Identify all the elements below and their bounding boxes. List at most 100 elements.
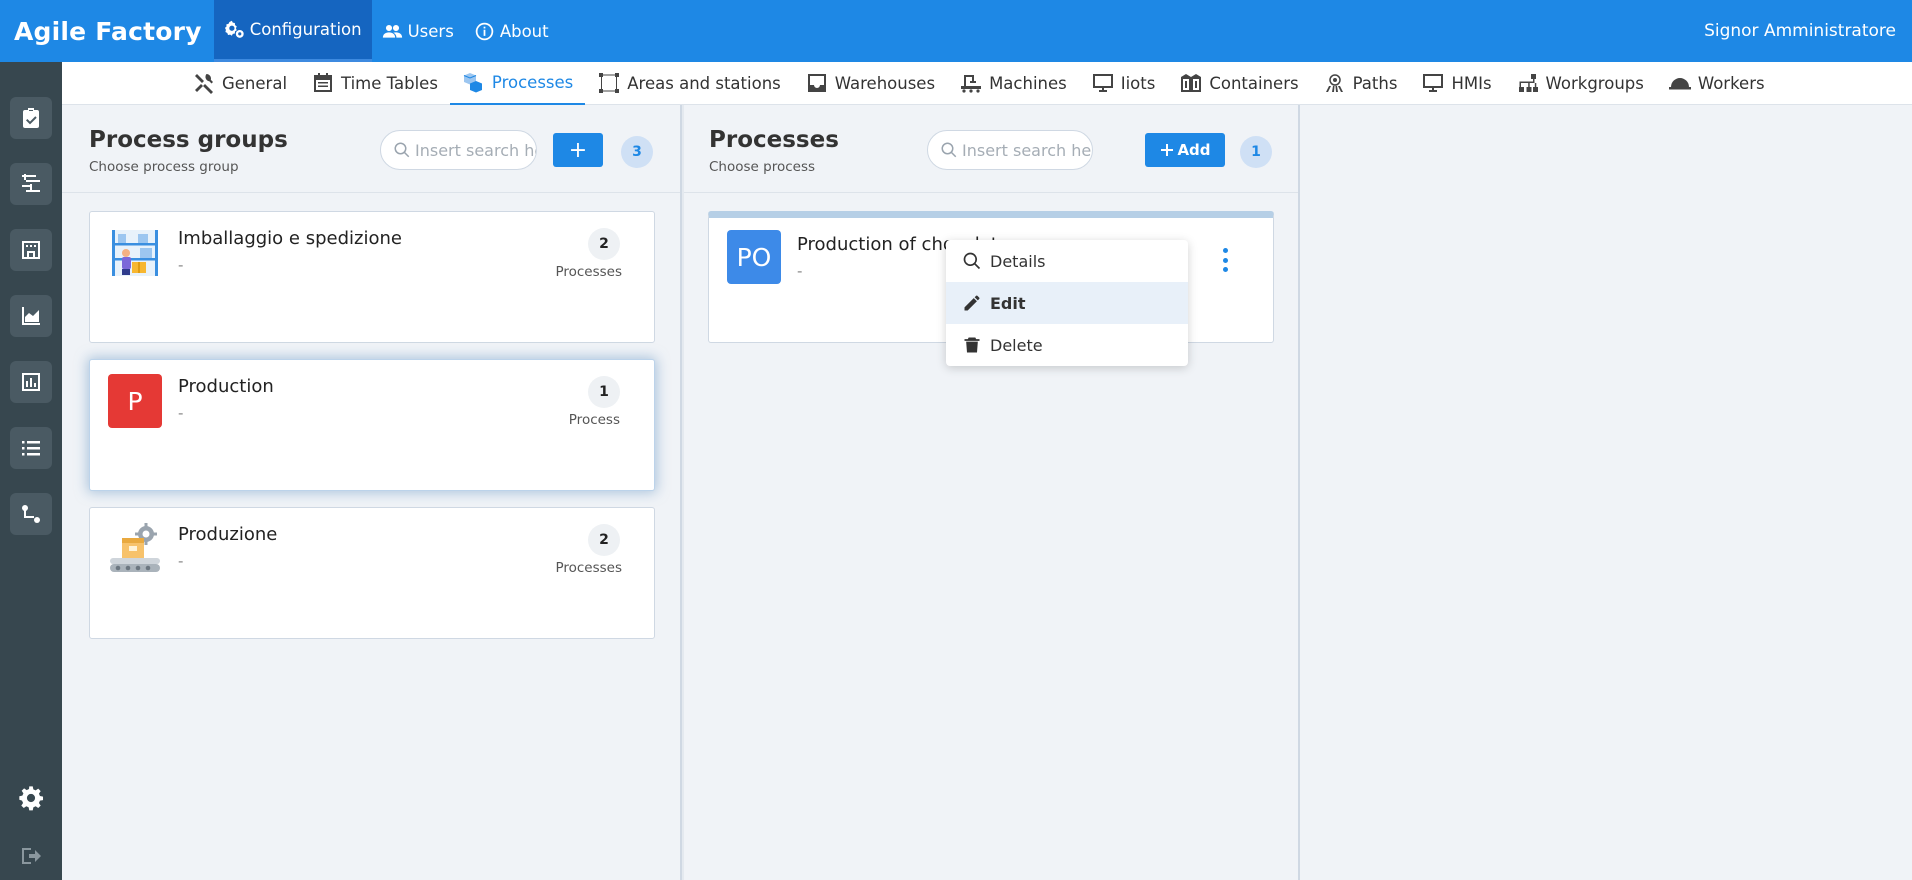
menu-item-edit[interactable]: Edit <box>946 282 1188 324</box>
sidebar-reports[interactable] <box>10 361 52 403</box>
subnav-iiots[interactable]: Iiots <box>1079 62 1168 105</box>
process-group-title: Produzione <box>178 524 278 545</box>
processes-search[interactable] <box>927 130 1093 170</box>
subnav-processes[interactable]: Processes <box>449 62 586 105</box>
add-process-label: Add <box>1177 141 1211 159</box>
user-name[interactable]: Signor Amministratore <box>1704 21 1912 41</box>
processes-header: Processes Choose process Add 1 <box>684 105 1298 193</box>
process-context-menu: Details Edit Delete <box>946 240 1188 366</box>
monitor-icon <box>1423 74 1444 92</box>
sidebar-logout[interactable] <box>13 838 49 874</box>
subnav-areas-and-stations-label: Areas and stations <box>627 73 781 93</box>
top-bar: Agile Factory Configuration Users About … <box>0 0 1912 62</box>
sidebar-list[interactable] <box>10 427 52 469</box>
top-nav: Configuration Users About <box>213 0 559 62</box>
monitor-icon <box>1092 74 1113 92</box>
topnav-about[interactable]: About <box>464 0 559 62</box>
subnav-time-tables[interactable]: Time Tables <box>299 62 450 105</box>
paths-icon <box>1325 74 1343 92</box>
list-icon <box>22 441 40 456</box>
subnav-workgroups[interactable]: Workgroups <box>1504 62 1656 105</box>
sidebar-warehouse[interactable] <box>10 229 52 271</box>
tools-icon <box>195 74 213 94</box>
process-group-desc: - <box>178 552 184 570</box>
subnav-containers[interactable]: Containers <box>1167 62 1310 105</box>
menu-item-delete[interactable]: Delete <box>946 324 1188 366</box>
process-group-count-label: Process <box>568 412 620 428</box>
path-icon <box>22 505 40 523</box>
containers-icon <box>1181 74 1202 92</box>
subnav-workers[interactable]: Workers <box>1656 62 1777 105</box>
search-icon <box>941 142 957 158</box>
left-sidebar <box>0 62 62 880</box>
process-group-card[interactable]: Produzione - 2 Processes <box>89 507 655 639</box>
clipboard-check-icon <box>23 108 39 128</box>
subnav-hmis[interactable]: HMIs <box>1409 62 1503 105</box>
process-group-avatar: P <box>108 374 162 428</box>
topnav-about-label: About <box>499 21 549 41</box>
subnav-workers-label: Workers <box>1697 73 1765 93</box>
warehouse-icon <box>22 241 40 259</box>
subnav-areas-and-stations[interactable]: Areas and stations <box>585 62 792 105</box>
topnav-users-label: Users <box>407 21 454 41</box>
topnav-users[interactable]: Users <box>372 0 464 62</box>
add-process-group-button[interactable]: + <box>553 133 603 167</box>
kebab-dot <box>1222 248 1228 253</box>
process-menu-button[interactable] <box>1217 246 1233 274</box>
subnav-processes-label: Processes <box>491 72 574 92</box>
subnav-general-label: General <box>222 73 288 93</box>
subnav-warehouses[interactable]: Warehouses <box>793 62 947 105</box>
process-desc: - <box>797 262 803 280</box>
sidebar-tasks[interactable] <box>10 97 52 139</box>
area-chart-icon <box>22 307 40 325</box>
processes-search-input[interactable] <box>962 140 1092 160</box>
sidebar-settings[interactable] <box>13 780 49 816</box>
process-group-card[interactable]: P Production - 1 Process <box>89 359 655 491</box>
add-process-button[interactable]: Add <box>1145 133 1225 167</box>
subnav-time-tables-label: Time Tables <box>341 73 438 93</box>
subnav-general[interactable]: General <box>180 62 299 105</box>
app-title[interactable]: Agile Factory <box>0 17 214 46</box>
search-icon <box>963 252 981 270</box>
sidebar-production[interactable] <box>10 295 52 337</box>
pencil-icon <box>964 295 980 311</box>
process-groups-search[interactable] <box>380 130 537 170</box>
kebab-dot <box>1222 267 1228 272</box>
process-group-desc: - <box>178 404 184 422</box>
processes-subtitle: Choose process <box>709 159 816 175</box>
subnav-machines[interactable]: Machines <box>947 62 1079 105</box>
conveyor-image <box>108 522 162 576</box>
subnav-paths-label: Paths <box>1352 73 1398 93</box>
topnav-configuration[interactable]: Configuration <box>213 0 372 62</box>
process-groups-header: Process groups Choose process group + 3 <box>62 105 680 193</box>
process-group-card[interactable]: Imballaggio e spedizione - 2 Processes <box>89 211 655 343</box>
users-icon <box>382 24 402 38</box>
menu-item-details[interactable]: Details <box>946 240 1188 282</box>
sidebar-planning[interactable] <box>10 163 52 205</box>
subnav-containers-label: Containers <box>1209 73 1299 93</box>
process-groups-subtitle: Choose process group <box>89 159 239 175</box>
subnav-hmis-label: HMIs <box>1451 73 1492 93</box>
process-groups-panel: Process groups Choose process group + 3 <box>62 105 682 880</box>
gears-icon <box>224 20 244 38</box>
process-group-count-label: Processes <box>555 264 622 280</box>
configuration-subnav: General Time Tables Processes Areas and … <box>62 62 1912 105</box>
workgroups-icon <box>1518 74 1538 92</box>
menu-item-delete-label: Delete <box>990 335 1043 355</box>
planning-icon <box>22 174 40 192</box>
kebab-dot <box>1222 257 1228 263</box>
process-group-title: Production <box>178 376 274 397</box>
menu-item-details-label: Details <box>990 251 1046 271</box>
process-groups-search-input[interactable] <box>415 140 536 160</box>
process-group-count-label: Processes <box>555 560 622 576</box>
machine-icon <box>961 75 982 93</box>
menu-item-edit-label: Edit <box>990 293 1026 313</box>
subnav-paths[interactable]: Paths <box>1311 62 1410 105</box>
inbox-icon <box>807 74 826 92</box>
topnav-configuration-label: Configuration <box>249 20 362 39</box>
calendar-icon <box>314 73 333 92</box>
warehouse-worker-image <box>108 226 162 280</box>
processes-count-badge: 1 <box>1240 136 1272 168</box>
sidebar-paths[interactable] <box>10 493 52 535</box>
subnav-workgroups-label: Workgroups <box>1545 73 1644 93</box>
